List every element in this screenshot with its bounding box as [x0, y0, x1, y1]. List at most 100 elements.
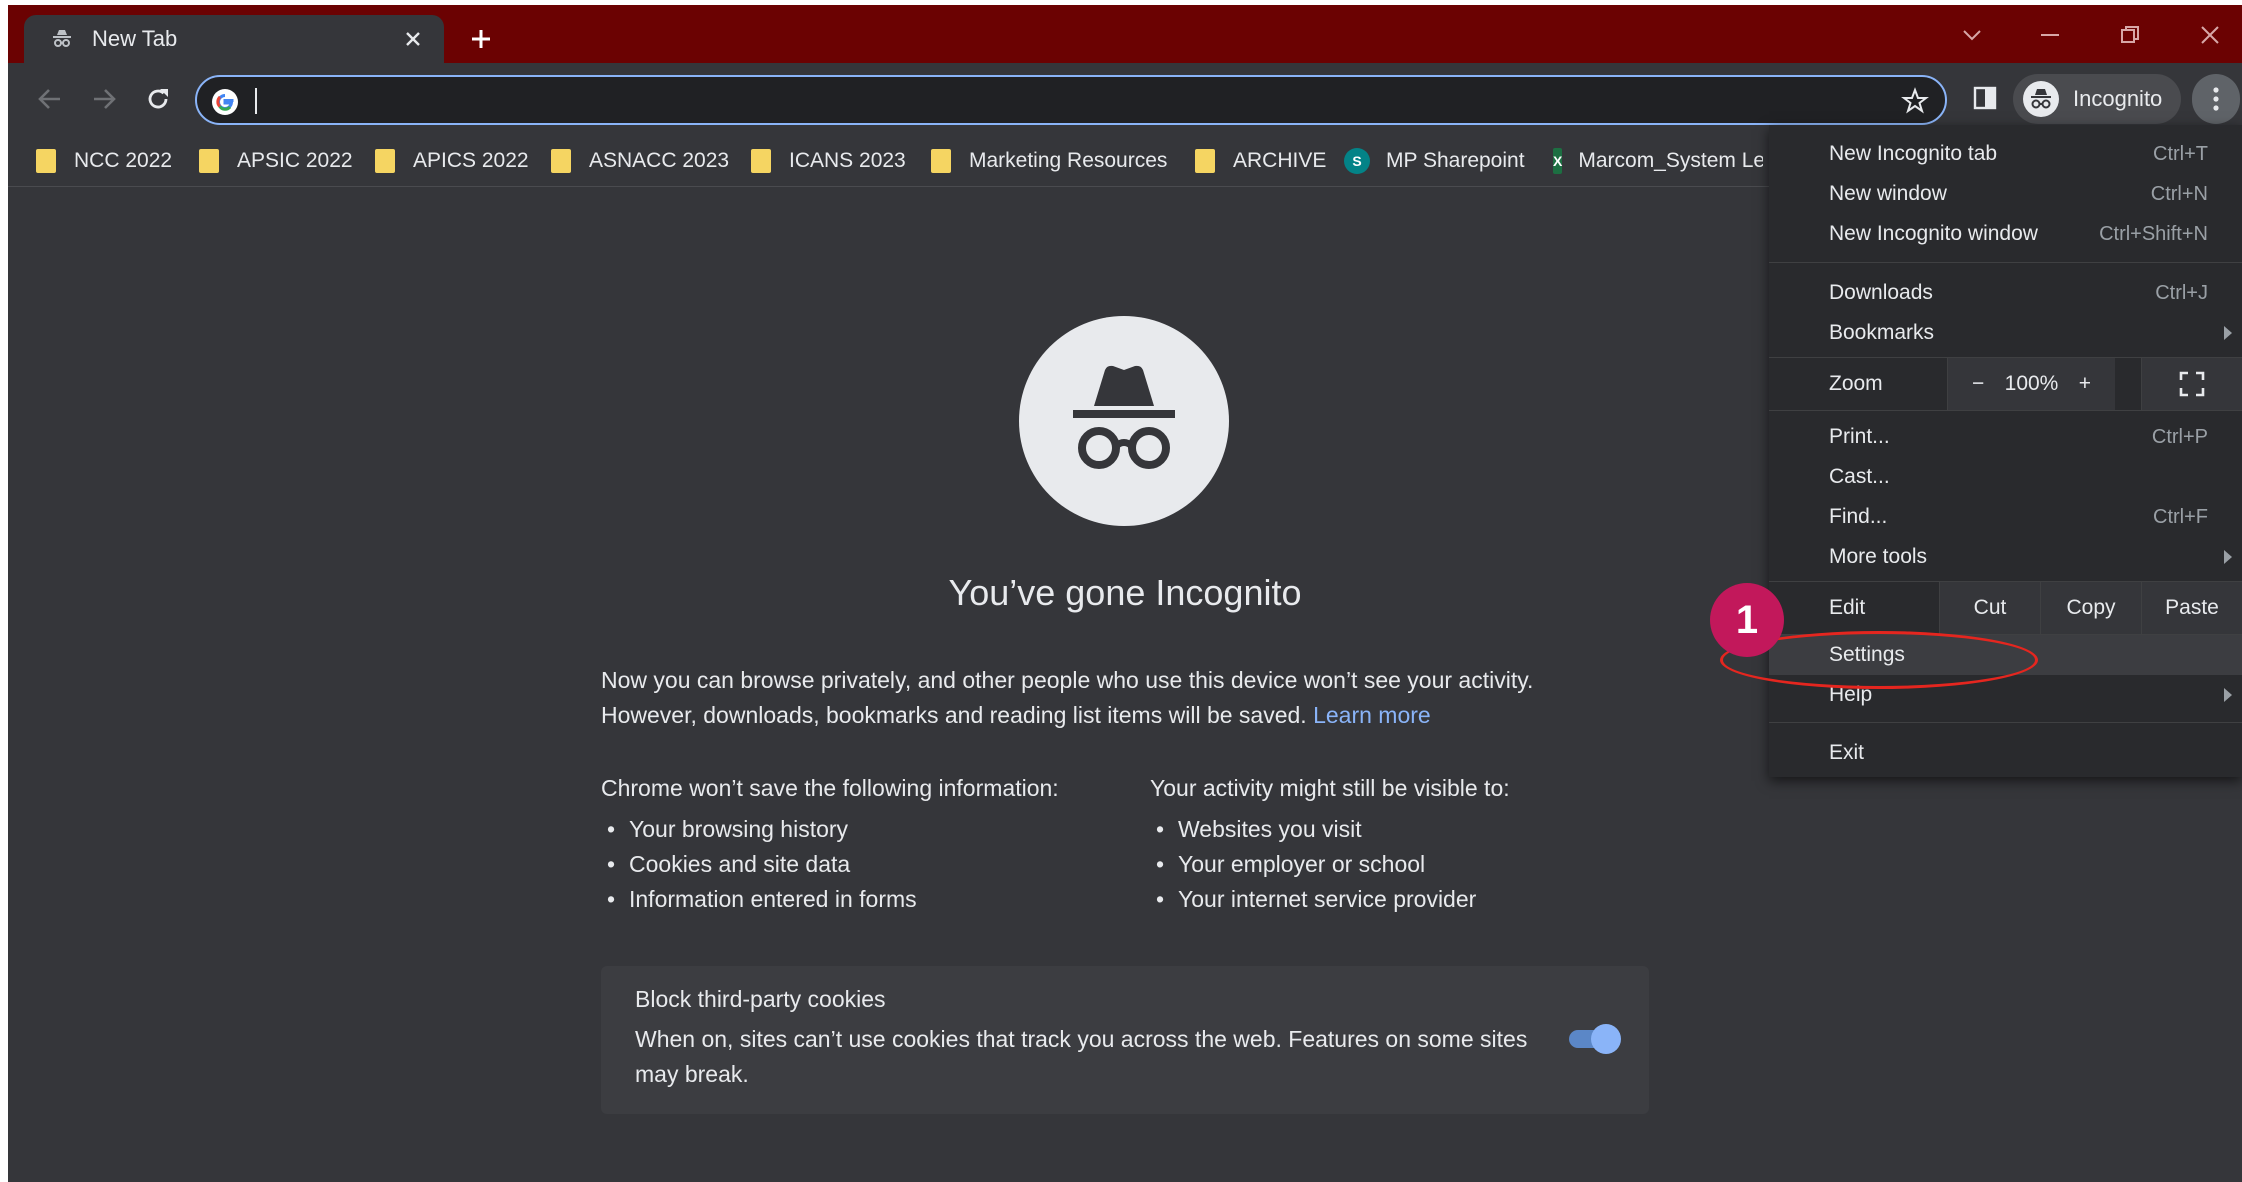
- incognito-icon: [1073, 365, 1175, 469]
- not-saved-title: Chrome won’t save the following informat…: [601, 775, 1059, 801]
- bookmark-apsic-2022[interactable]: APSIC 2022: [199, 143, 353, 179]
- menu-separator: [1769, 262, 2242, 263]
- folder-icon: [36, 149, 56, 173]
- bookmark-apics-2022[interactable]: APICS 2022: [375, 143, 529, 179]
- menu-item-shortcut: Ctrl+J: [2155, 281, 2208, 304]
- menu-item-label: New Incognito window: [1829, 222, 2038, 245]
- restore-icon: [2121, 26, 2139, 43]
- menu-separator: [1769, 722, 2242, 723]
- menu-item-new-incognito-window[interactable]: New Incognito window Ctrl+Shift+N: [1769, 214, 2242, 254]
- menu-item-shortcut: Ctrl+Shift+N: [2099, 222, 2208, 245]
- submenu-arrow-icon: [2224, 326, 2232, 340]
- fullscreen-icon: [2179, 371, 2205, 397]
- close-icon: [2201, 26, 2219, 44]
- bookmark-label: NCC 2022: [74, 149, 173, 172]
- excel-icon: X: [1553, 148, 1563, 174]
- step-badge: 1: [1710, 583, 1784, 657]
- new-tab-button[interactable]: [463, 21, 499, 57]
- bookmark-label: ARCHIVE: [1233, 149, 1327, 172]
- close-window-button[interactable]: [2188, 15, 2232, 55]
- minimize-button[interactable]: [2028, 15, 2072, 55]
- reload-icon: [148, 89, 168, 109]
- menu-separator: [1769, 410, 2242, 411]
- sharepoint-icon: S: [1344, 148, 1370, 174]
- close-icon: [406, 32, 420, 46]
- not-saved-list: Your browsing history Cookies and site d…: [601, 812, 1059, 917]
- menu-item-exit[interactable]: Exit: [1769, 733, 2242, 773]
- paste-button[interactable]: Paste: [2141, 582, 2242, 634]
- folder-icon: [931, 149, 951, 173]
- cookies-description: When on, sites can’t use cookies that tr…: [635, 1026, 1528, 1087]
- list-item: Your browsing history: [601, 812, 1059, 847]
- menu-item-label: New window: [1829, 182, 1947, 205]
- block-cookies-toggle[interactable]: [1565, 1022, 1621, 1056]
- menu-item-shortcut: Ctrl+T: [2153, 142, 2208, 165]
- tab-new-tab[interactable]: New Tab: [24, 15, 444, 63]
- tab-close-button[interactable]: [398, 24, 428, 54]
- menu-item-label: Find...: [1829, 505, 1888, 528]
- folder-icon: [551, 149, 571, 173]
- menu-item-new-window[interactable]: New window Ctrl+N: [1769, 174, 2242, 214]
- plus-icon: [472, 30, 490, 48]
- star-icon[interactable]: [1901, 87, 1929, 115]
- arrow-left-icon: [38, 89, 60, 109]
- restore-button[interactable]: [2108, 15, 2152, 55]
- menu-item-more-tools[interactable]: More tools: [1769, 537, 2242, 577]
- learn-more-link[interactable]: Learn more: [1313, 702, 1431, 728]
- more-vert-icon: [2213, 87, 2219, 111]
- address-bar[interactable]: [195, 75, 1947, 125]
- tab-search-button[interactable]: [1950, 15, 1994, 55]
- bookmark-archive[interactable]: ARCHIVE: [1195, 143, 1326, 179]
- cut-button[interactable]: Cut: [1939, 582, 2040, 634]
- intro-line-1: Now you can browse privately, and other …: [601, 667, 1534, 693]
- bookmark-label: APSIC 2022: [237, 149, 353, 172]
- zoom-out-button[interactable]: −: [1972, 372, 1984, 396]
- back-button[interactable]: [30, 79, 70, 119]
- bookmark-ncc-2022[interactable]: NCC 2022: [36, 143, 172, 179]
- intro-line-2-text: However, downloads, bookmarks and readin…: [601, 702, 1307, 728]
- submenu-arrow-icon: [2224, 550, 2232, 564]
- bookmark-icans-2023[interactable]: ICANS 2023: [751, 143, 906, 179]
- zoom-value: 100%: [2004, 372, 2059, 395]
- menu-item-label: Cast...: [1829, 465, 1890, 488]
- menu-item-label: Bookmarks: [1829, 321, 1935, 344]
- bookmark-label: ASNACC 2023: [589, 149, 730, 172]
- menu-item-label: Downloads: [1829, 281, 1933, 304]
- menu-item-new-incognito-tab[interactable]: New Incognito tab Ctrl+T: [1769, 134, 2242, 174]
- incognito-profile-button[interactable]: Incognito: [2013, 74, 2181, 124]
- intro-text: Now you can browse privately, and other …: [601, 663, 1661, 733]
- profile-label: Incognito: [2073, 86, 2163, 111]
- menu-item-print[interactable]: Print... Ctrl+P: [1769, 417, 2242, 457]
- folder-icon: [199, 149, 219, 173]
- folder-icon: [751, 149, 771, 173]
- list-item: Cookies and site data: [601, 847, 1059, 882]
- menu-item-downloads[interactable]: Downloads Ctrl+J: [1769, 273, 2242, 313]
- browser-window: New Tab Incognito NCC 2022 APSIC 2022 AP…: [8, 5, 2242, 1182]
- zoom-in-button[interactable]: +: [2079, 372, 2091, 396]
- copy-button[interactable]: Copy: [2040, 582, 2141, 634]
- still-visible-section: Your activity might still be visible to:…: [1150, 775, 1510, 917]
- list-item: Information entered in forms: [601, 882, 1059, 917]
- bookmark-asnacc-2023[interactable]: ASNACC 2023: [551, 143, 729, 179]
- bookmark-marketing-resources[interactable]: Marketing Resources: [931, 143, 1167, 179]
- menu-item-find[interactable]: Find... Ctrl+F: [1769, 497, 2242, 537]
- reload-button[interactable]: [138, 79, 178, 119]
- menu-item-cast[interactable]: Cast...: [1769, 457, 2242, 497]
- menu-item-bookmarks[interactable]: Bookmarks: [1769, 313, 2242, 353]
- chrome-menu-button[interactable]: [2192, 74, 2240, 124]
- forward-button[interactable]: [84, 79, 124, 119]
- side-panel-icon: [1973, 86, 1997, 110]
- not-saved-section: Chrome won’t save the following informat…: [601, 775, 1059, 917]
- bookmark-mp-sharepoint[interactable]: S MP Sharepoint: [1344, 143, 1525, 179]
- list-item: Your internet service provider: [1150, 882, 1510, 917]
- bookmark-marcom-system[interactable]: X Marcom_System Le: [1553, 143, 1763, 179]
- menu-item-shortcut: Ctrl+P: [2151, 425, 2208, 448]
- bookmark-label: MP Sharepoint: [1386, 149, 1525, 172]
- folder-icon: [1195, 149, 1215, 173]
- intro-line-2: However, downloads, bookmarks and readin…: [601, 698, 1661, 733]
- side-panel-button[interactable]: [1968, 81, 2002, 115]
- submenu-arrow-icon: [2224, 688, 2232, 702]
- still-visible-title: Your activity might still be visible to:: [1150, 775, 1510, 801]
- fullscreen-button[interactable]: [2141, 358, 2242, 410]
- incognito-avatar: [2023, 81, 2059, 117]
